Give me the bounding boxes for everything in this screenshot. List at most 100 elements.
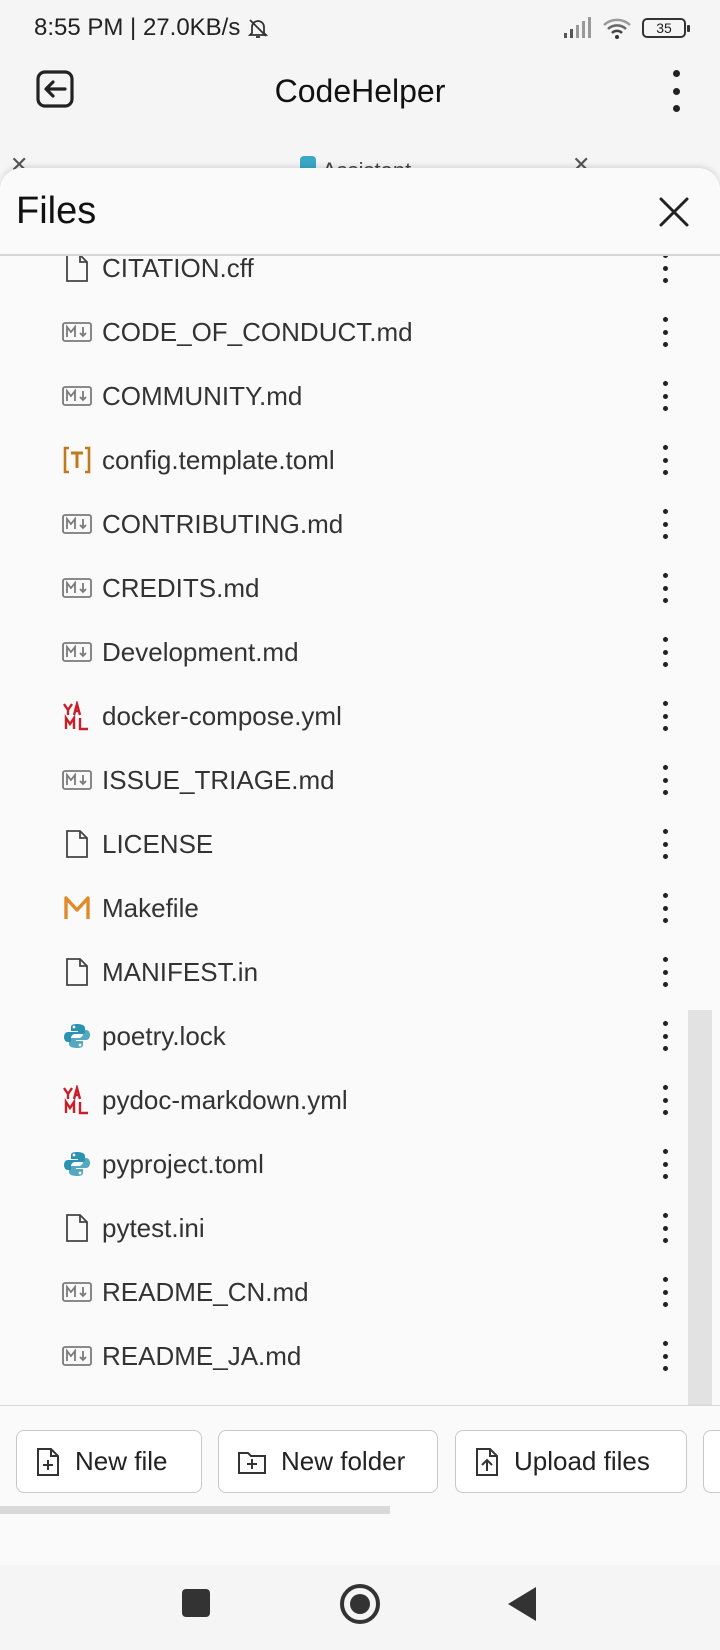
sheet-title: Files [16, 189, 97, 232]
recents-button[interactable] [182, 1589, 210, 1617]
file-row[interactable]: MANIFEST.in [0, 940, 720, 1004]
menu-dot [662, 1033, 668, 1039]
file-options-button[interactable] [658, 1021, 672, 1051]
menu-dot [662, 854, 668, 859]
menu-dot [662, 765, 668, 770]
file-name: COMMUNITY.md [102, 380, 303, 411]
file-row[interactable]: pydoc-markdown.yml [0, 1068, 720, 1132]
markdown-icon [62, 573, 92, 603]
exit-button[interactable] [32, 66, 78, 112]
menu-dot [662, 829, 668, 834]
menu-dot [662, 573, 668, 578]
wifi-icon [603, 18, 631, 39]
file-options-button[interactable] [658, 445, 672, 475]
file-row[interactable]: README_JA.md [0, 1324, 720, 1388]
file-name: pydoc-markdown.yml [102, 1084, 348, 1115]
status-right: 35 [562, 16, 690, 40]
file-row[interactable]: COMMUNITY.md [0, 364, 720, 428]
menu-dot [662, 1161, 668, 1167]
menu-dot [662, 905, 668, 911]
home-button[interactable] [340, 1584, 380, 1624]
makefile-icon [62, 893, 92, 923]
file-list[interactable]: CITATION.cff CODE_OF_CONDUCT.md COMMUNITY.… [0, 256, 720, 1403]
file-name: CITATION.cff [102, 256, 254, 283]
file-row[interactable]: Makefile [0, 876, 720, 940]
file-row[interactable]: ISSUE_TRIAGE.md [0, 748, 720, 812]
file-options-button[interactable] [658, 1341, 672, 1371]
exit-icon [36, 70, 74, 108]
file-options-button[interactable] [658, 256, 672, 283]
file-row[interactable]: LICENSE [0, 812, 720, 876]
new-file-button[interactable]: New file [16, 1430, 202, 1493]
file-options-button[interactable] [658, 381, 672, 411]
new-folder-button[interactable]: New folder [218, 1430, 438, 1493]
file-name: MANIFEST.in [102, 956, 259, 987]
menu-dot [662, 445, 668, 450]
file-options-button[interactable] [658, 509, 672, 539]
battery-level: 35 [656, 20, 672, 36]
file-row[interactable]: poetry.lock [0, 1004, 720, 1068]
python-icon [62, 1021, 92, 1051]
menu-dot [662, 1046, 668, 1051]
back-button[interactable] [508, 1587, 536, 1621]
app-title: CodeHelper [274, 72, 446, 109]
status-left: 8:55 PM | 27.0KB/s [34, 14, 270, 42]
file-row[interactable]: CONTRIBUTING.md [0, 492, 720, 556]
file-name: CONTRIBUTING.md [102, 508, 344, 539]
menu-dot [662, 317, 668, 322]
markdown-icon [62, 509, 92, 539]
file-row[interactable]: docker-compose.yml [0, 684, 720, 748]
more-actions-button[interactable] [703, 1430, 720, 1493]
new-folder-icon [238, 1451, 266, 1474]
menu-dot [662, 1289, 668, 1295]
menu-dot [662, 1149, 668, 1154]
file-row[interactable]: CITATION.cff [0, 256, 720, 300]
file-options-button[interactable] [658, 701, 672, 731]
file-options-button[interactable] [658, 1149, 672, 1179]
app-bar: CodeHelper [0, 56, 720, 126]
file-options-button[interactable] [658, 765, 672, 795]
menu-dot [662, 969, 668, 975]
horizontal-scrollbar[interactable] [0, 1506, 390, 1514]
menu-dot [662, 509, 668, 514]
file-options-button[interactable] [658, 957, 672, 987]
menu-dot [662, 841, 668, 847]
file-options-button[interactable] [658, 893, 672, 923]
menu-dot [662, 585, 668, 591]
file-name: ISSUE_TRIAGE.md [102, 764, 335, 795]
file-row[interactable]: pyproject.toml [0, 1132, 720, 1196]
menu-dot [662, 918, 668, 923]
menu-dot [672, 87, 680, 95]
file-name: Makefile [102, 892, 199, 923]
file-row[interactable]: README_CN.md [0, 1260, 720, 1324]
overflow-menu-button[interactable] [668, 68, 684, 114]
file-options-button[interactable] [658, 829, 672, 859]
files-sheet: Files CITATION.cff CODE_OF_CONDUCT.md COMM… [0, 168, 720, 1565]
menu-dot [662, 329, 668, 335]
menu-dot [662, 1174, 668, 1179]
file-options-button[interactable] [658, 637, 672, 667]
menu-dot [662, 790, 668, 795]
new-folder-label: New folder [281, 1446, 406, 1476]
upload-files-button[interactable]: Upload files [455, 1430, 687, 1493]
markdown-icon [62, 317, 92, 347]
file-row[interactable]: Development.md [0, 620, 720, 684]
menu-dot [662, 470, 668, 475]
file-row[interactable]: config.template.toml [0, 428, 720, 492]
upload-files-label: Upload files [514, 1446, 650, 1476]
file-options-button[interactable] [658, 1085, 672, 1115]
close-sheet-button[interactable] [652, 190, 696, 234]
file-row[interactable]: pytest.ini [0, 1196, 720, 1260]
file-row[interactable]: README.md [0, 1388, 720, 1403]
file-options-button[interactable] [658, 317, 672, 347]
file-options-button[interactable] [658, 573, 672, 603]
file-options-button[interactable] [658, 1213, 672, 1243]
bell-muted-icon [248, 19, 269, 38]
file-row[interactable]: CREDITS.md [0, 556, 720, 620]
file-row[interactable]: CODE_OF_CONDUCT.md [0, 300, 720, 364]
menu-dot [662, 701, 668, 706]
menu-dot [662, 662, 668, 667]
menu-dot [662, 265, 668, 271]
menu-dot [662, 1213, 668, 1218]
file-options-button[interactable] [658, 1277, 672, 1307]
